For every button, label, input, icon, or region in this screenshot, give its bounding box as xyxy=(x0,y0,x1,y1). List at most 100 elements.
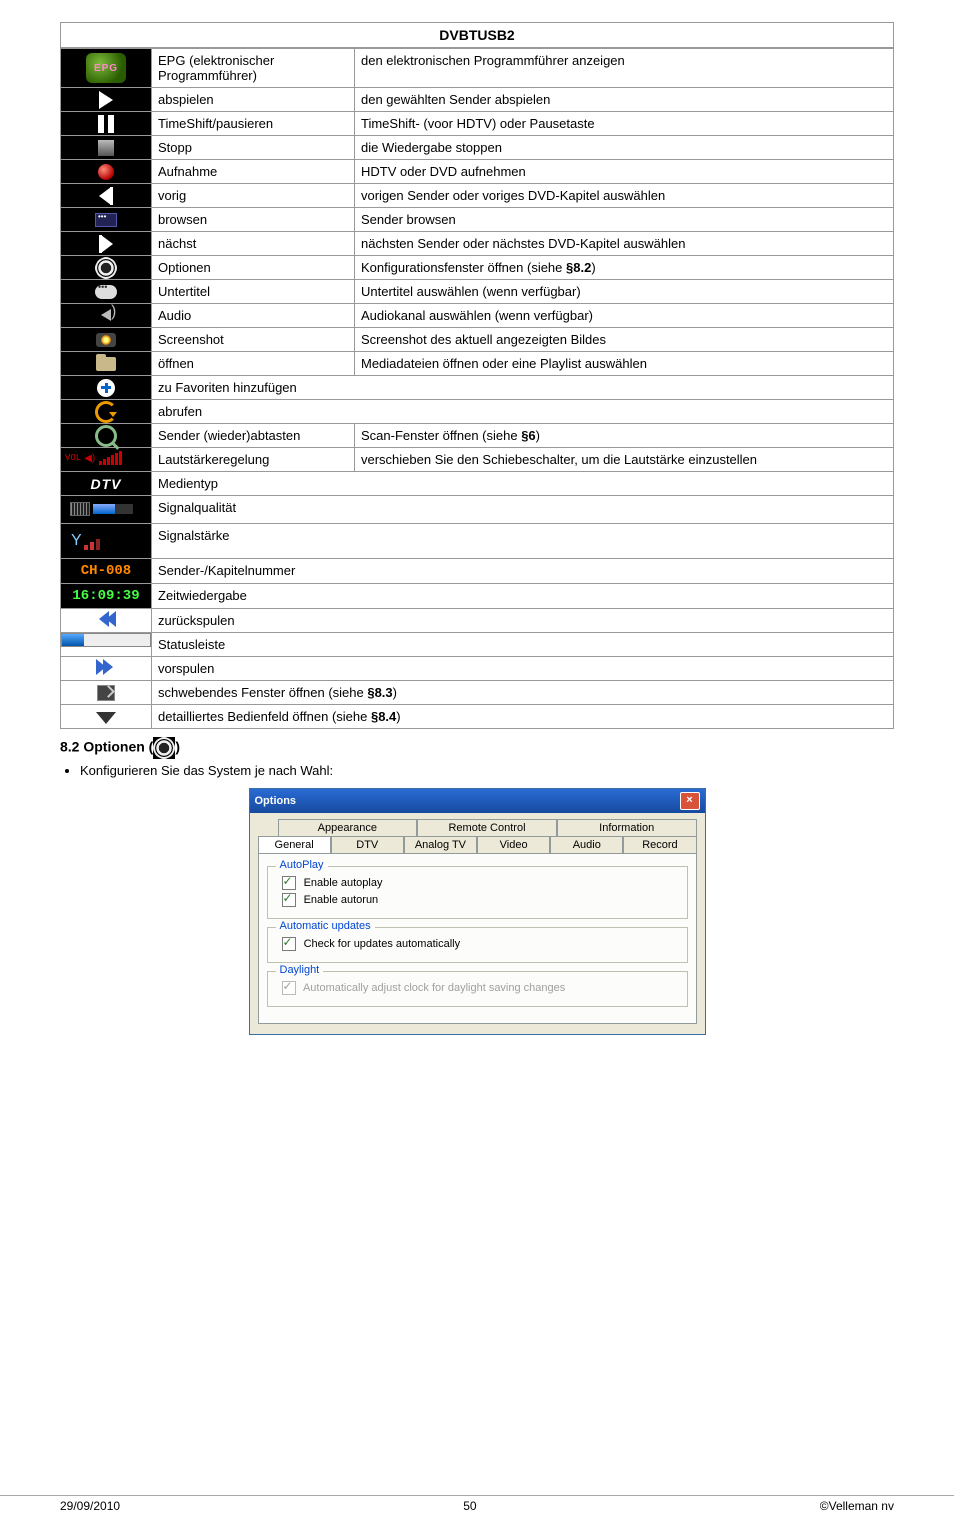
progress-bar-icon xyxy=(61,633,151,647)
dtv-icon: DTV xyxy=(85,473,128,495)
table-row: VOL ◀) Lautstärkeregelung verschieben Si… xyxy=(61,448,894,472)
control-name: schwebendes Fenster öffnen (siehe §8.3) xyxy=(152,681,894,705)
control-name: browsen xyxy=(152,208,355,232)
footer-date: 29/09/2010 xyxy=(60,1499,120,1513)
subtitle-icon xyxy=(95,285,117,299)
checkbox-row[interactable]: Enable autorun xyxy=(282,893,679,907)
control-name: EPG (elektronischer Programmführer) xyxy=(152,49,355,88)
control-description: nächsten Sender oder nächstes DVD-Kapite… xyxy=(355,232,894,256)
control-name: vorig xyxy=(152,184,355,208)
table-row: schwebendes Fenster öffnen (siehe §8.3) xyxy=(61,681,894,705)
checkbox-icon[interactable] xyxy=(282,876,296,890)
icon-cell xyxy=(61,352,152,376)
gear-icon xyxy=(97,259,115,277)
signal-bar-icon xyxy=(93,504,133,514)
table-row: CH-008Sender-/Kapitelnummer xyxy=(61,559,894,584)
tab-audio[interactable]: Audio xyxy=(550,836,623,853)
control-name: Sender (wieder)abtasten xyxy=(152,424,355,448)
table-row: Statusleiste xyxy=(61,633,894,657)
tab-video[interactable]: Video xyxy=(477,836,550,853)
tab-appearance[interactable]: Appearance xyxy=(278,819,418,836)
checkbox-row[interactable]: Enable autoplay xyxy=(282,876,679,890)
checkbox-label: Enable autoplay xyxy=(304,877,383,889)
icon-cell: EPG xyxy=(61,49,152,88)
tab-dtv[interactable]: DTV xyxy=(331,836,404,853)
tab-remote-control[interactable]: Remote Control xyxy=(417,819,557,836)
plus-icon xyxy=(97,379,115,397)
table-row: Audio Audiokanal auswählen (wenn verfügb… xyxy=(61,304,894,328)
section-heading-text: 8.2 Optionen ( xyxy=(60,739,153,755)
control-description: Mediadateien öffnen oder eine Playlist a… xyxy=(355,352,894,376)
play-icon xyxy=(99,91,113,109)
control-name: Sender-/Kapitelnummer xyxy=(152,559,894,584)
table-row: Sender (wieder)abtasten Scan-Fenster öff… xyxy=(61,424,894,448)
tab-information[interactable]: Information xyxy=(557,819,697,836)
control-description: die Wiedergabe stoppen xyxy=(355,136,894,160)
table-row: 16:09:39Zeitwiedergabe xyxy=(61,584,894,609)
page-title: DVBTUSB2 xyxy=(60,22,894,48)
icon-cell xyxy=(61,256,152,280)
control-name: Stopp xyxy=(152,136,355,160)
control-description: vorigen Sender oder voriges DVD-Kapitel … xyxy=(355,184,894,208)
close-icon[interactable]: × xyxy=(680,792,700,810)
icon-cell xyxy=(61,705,152,729)
time-display-icon: 16:09:39 xyxy=(61,584,152,609)
table-row: Untertitel Untertitel auswählen (wenn ve… xyxy=(61,280,894,304)
control-description: verschieben Sie den Schiebeschalter, um … xyxy=(355,448,894,472)
section-heading-after: ) xyxy=(175,739,180,755)
bullet-item: Konfigurieren Sie das System je nach Wah… xyxy=(80,763,894,778)
icon-cell xyxy=(61,184,152,208)
icon-cell xyxy=(61,232,152,256)
table-row: vorig vorigen Sender oder voriges DVD-Ka… xyxy=(61,184,894,208)
table-row: zu Favoriten hinzufügen xyxy=(61,376,894,400)
table-row: Stopp die Wiedergabe stoppen xyxy=(61,136,894,160)
checkbox-row[interactable]: Check for updates automatically xyxy=(282,937,679,951)
table-row: detailliertes Bedienfeld öffnen (siehe §… xyxy=(61,705,894,729)
icon-cell xyxy=(61,112,152,136)
fast-forward-icon xyxy=(99,659,113,678)
icon-cell xyxy=(61,657,152,681)
audio-icon xyxy=(101,309,111,324)
control-name: Medientyp xyxy=(152,472,894,496)
volume-bars-icon xyxy=(99,451,122,465)
control-name: Lautstärkeregelung xyxy=(152,448,355,472)
table-row: Y Signalstärke xyxy=(61,524,894,559)
control-description: Audiokanal auswählen (wenn verfügbar) xyxy=(355,304,894,328)
tab-record[interactable]: Record xyxy=(623,836,696,853)
table-row: abrufen xyxy=(61,400,894,424)
checkbox-icon[interactable] xyxy=(282,937,296,951)
control-description: Sender browsen xyxy=(355,208,894,232)
antenna-icon: Y xyxy=(71,532,82,550)
tab-analog-tv[interactable]: Analog TV xyxy=(404,836,477,853)
icon-cell xyxy=(61,400,152,424)
table-row: vorspulen xyxy=(61,657,894,681)
icon-cell xyxy=(61,681,152,705)
fieldset-automatic-updates: Automatic updates Check for updates auto… xyxy=(267,927,688,963)
signal-quality-icon-cell xyxy=(61,496,152,524)
epg-icon: EPG xyxy=(86,53,126,83)
rewind-icon xyxy=(99,611,113,630)
icon-cell xyxy=(61,280,152,304)
next-icon xyxy=(99,235,113,250)
dialog-titlebar: Options × xyxy=(250,789,705,813)
dialog-title: Options xyxy=(255,795,297,807)
fieldset-legend: Automatic updates xyxy=(276,920,375,932)
channel-number-icon: CH-008 xyxy=(61,559,152,584)
chevron-down-icon xyxy=(96,712,116,724)
control-name: Statusleiste xyxy=(152,633,894,657)
options-dialog: Options × AppearanceRemote ControlInform… xyxy=(249,788,706,1035)
table-row: EPGEPG (elektronischer Programmführer) d… xyxy=(61,49,894,88)
icon-cell xyxy=(61,376,152,400)
table-row: TimeShift/pausieren TimeShift- (voor HDT… xyxy=(61,112,894,136)
icon-cell xyxy=(61,304,152,328)
control-name: Untertitel xyxy=(152,280,355,304)
tab-general[interactable]: General xyxy=(258,836,331,853)
control-name: zurückspulen xyxy=(152,609,894,633)
table-row: abspielen den gewählten Sender abspielen xyxy=(61,88,894,112)
icon-cell xyxy=(61,208,152,232)
icon-cell xyxy=(61,328,152,352)
checkbox-icon[interactable] xyxy=(282,893,296,907)
control-name: nächst xyxy=(152,232,355,256)
control-name: Signalqualität xyxy=(152,496,894,524)
control-name: Signalstärke xyxy=(152,524,894,559)
